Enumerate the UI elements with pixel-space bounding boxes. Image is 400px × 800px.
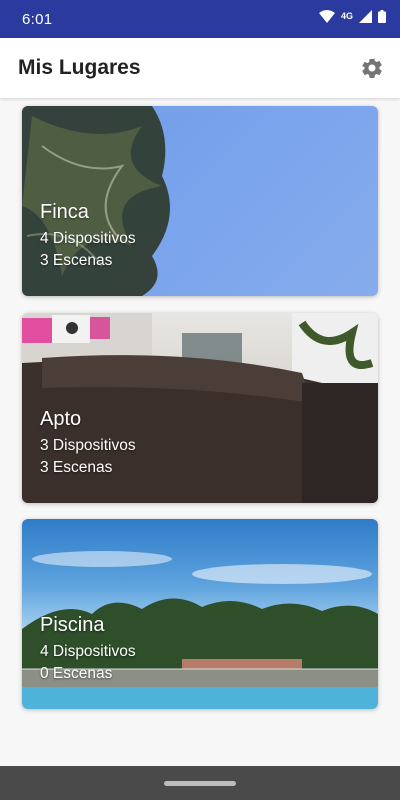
- devices-count: 4 Dispositivos: [40, 230, 136, 247]
- place-card-apto[interactable]: Apto 3 Dispositivos 3 Escenas: [22, 313, 378, 503]
- signal-icon: [359, 10, 372, 28]
- battery-icon: [378, 10, 386, 28]
- wifi-icon: [318, 10, 335, 28]
- page-title: Mis Lugares: [18, 56, 141, 79]
- status-icons: 4G: [318, 10, 386, 28]
- scenes-count: 0 Escenas: [40, 665, 113, 682]
- status-bar: 6:01 4G: [0, 0, 400, 38]
- place-card-piscina[interactable]: Piscina 4 Dispositivos 0 Escenas: [22, 519, 378, 709]
- settings-button[interactable]: [358, 54, 386, 82]
- place-name: Piscina: [40, 614, 105, 636]
- scenes-count: 3 Escenas: [40, 459, 113, 476]
- navigation-bar: [0, 766, 400, 800]
- devices-count: 4 Dispositivos: [40, 643, 136, 660]
- card-info-apto: Apto 3 Dispositivos 3 Escenas: [40, 408, 136, 479]
- card-info-finca: Finca 4 Dispositivos 3 Escenas: [40, 201, 136, 272]
- devices-count: 3 Dispositivos: [40, 437, 136, 454]
- card-info-piscina: Piscina 4 Dispositivos 0 Escenas: [40, 614, 136, 685]
- place-card-finca[interactable]: Finca 4 Dispositivos 3 Escenas: [22, 106, 378, 296]
- network-type: 4G: [340, 11, 353, 21]
- status-time: 6:01: [22, 10, 53, 28]
- scenes-count: 3 Escenas: [40, 252, 113, 269]
- home-gesture-handle[interactable]: [164, 780, 236, 786]
- place-name: Apto: [40, 408, 82, 430]
- place-name: Finca: [40, 201, 89, 223]
- gear-icon: [362, 58, 382, 79]
- app-bar: Mis Lugares: [0, 38, 400, 98]
